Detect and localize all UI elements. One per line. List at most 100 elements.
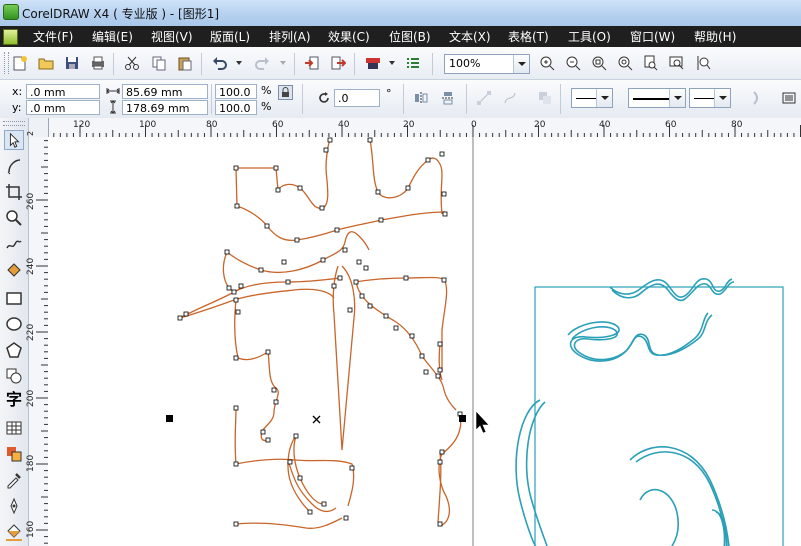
width-field[interactable]: 85.69 mm [122, 84, 208, 99]
mouse-cursor-icon [475, 410, 490, 434]
curve-nodes[interactable] [177, 137, 463, 527]
wrap-options-icon[interactable] [782, 90, 798, 106]
new-document-icon[interactable] [12, 55, 28, 71]
curve-node [294, 237, 300, 243]
menu-bitmaps[interactable]: 位图(B) [389, 28, 431, 45]
application-launcher-dropdown[interactable] [389, 61, 395, 65]
menu-file[interactable]: 文件(F) [33, 28, 73, 45]
rotation-center-marker[interactable] [312, 415, 321, 424]
chevron-down-icon[interactable] [669, 89, 685, 107]
smart-fill-tool-icon[interactable] [4, 260, 24, 280]
document-control-icon[interactable] [3, 29, 18, 45]
calligraphy-curve-object[interactable] [179, 139, 462, 529]
curve-node [437, 367, 443, 373]
height-icon [110, 100, 116, 114]
zoom-to-height-icon[interactable] [695, 55, 711, 71]
chevron-down-icon[interactable] [714, 89, 730, 107]
application-launcher-icon[interactable] [365, 55, 381, 71]
rotation-degree-symbol: ° [386, 87, 392, 100]
break-apart-icon[interactable] [537, 90, 553, 106]
line-style-selector[interactable] [628, 88, 686, 108]
hruler-label: 20 [534, 120, 546, 130]
hruler-label: 20 [403, 120, 415, 130]
open-icon[interactable] [38, 55, 54, 71]
undo-dropdown-arrow[interactable] [236, 61, 242, 65]
freehand-tool-icon[interactable] [4, 234, 24, 254]
convert-outline-icon[interactable] [502, 90, 518, 106]
zoom-to-page-icon[interactable] [643, 55, 659, 71]
menu-tools[interactable]: 工具(O) [568, 28, 611, 45]
basic-shapes-tool-icon[interactable] [4, 366, 24, 386]
paste-icon[interactable] [177, 55, 193, 71]
welcome-screen-icon[interactable] [405, 55, 421, 71]
drawing-canvas[interactable] [48, 137, 801, 546]
zoom-tool-icon[interactable] [4, 208, 24, 228]
wrap-text-icon[interactable] [748, 90, 764, 106]
curve-node [233, 355, 239, 361]
mirror-horizontal-icon[interactable] [413, 90, 429, 106]
polygon-tool-icon[interactable] [4, 340, 24, 360]
zoom-to-all-objects-icon[interactable] [617, 55, 633, 71]
crop-tool-icon[interactable] [4, 182, 24, 202]
rectangle-tool-icon[interactable] [4, 288, 24, 308]
outline-tool-icon[interactable] [4, 496, 24, 516]
start-arrowhead-selector[interactable] [571, 88, 613, 108]
fill-tool-icon[interactable] [4, 522, 24, 542]
shape-tool-icon[interactable] [4, 156, 24, 176]
table-tool-icon[interactable] [4, 418, 24, 438]
lock-ratio-icon[interactable] [278, 85, 293, 100]
zoom-to-width-icon[interactable] [669, 55, 685, 71]
line-preview [576, 98, 596, 99]
end-arrowhead-selector[interactable] [689, 88, 731, 108]
chevron-down-icon[interactable] [513, 55, 529, 73]
selection-handle-right[interactable] [459, 415, 466, 422]
mirror-vertical-icon[interactable] [440, 90, 456, 106]
redo-dropdown-arrow[interactable] [280, 61, 286, 65]
menu-arrange[interactable]: 排列(A) [269, 28, 311, 45]
eyedropper-tool-icon[interactable] [4, 470, 24, 490]
menu-view[interactable]: 视图(V) [151, 28, 193, 45]
menu-edit[interactable]: 编辑(E) [92, 28, 133, 45]
import-icon[interactable] [304, 55, 320, 71]
toolbox-grip[interactable] [3, 121, 25, 126]
ellipse-tool-icon[interactable] [4, 314, 24, 334]
rotation-field[interactable]: .0 [334, 89, 380, 107]
toolbar-grip[interactable] [4, 52, 9, 74]
coreldraw-app-icon[interactable] [3, 4, 19, 20]
zoom-out-icon[interactable] [565, 55, 581, 71]
menu-text[interactable]: 文本(X) [449, 28, 491, 45]
canvas-artwork[interactable] [48, 137, 801, 546]
zoom-in-icon[interactable] [539, 55, 555, 71]
chevron-down-icon[interactable] [596, 89, 612, 107]
menu-layout[interactable]: 版面(L) [210, 28, 250, 45]
pick-tool-icon[interactable] [4, 130, 24, 150]
teal-calligraphy-object[interactable] [515, 278, 784, 546]
height-field[interactable]: 178.69 mm [122, 100, 208, 115]
hruler-label: 80 [731, 120, 743, 130]
y-position-field[interactable]: .0 mm [26, 100, 100, 115]
curve-node [393, 325, 399, 331]
menu-help[interactable]: 帮助(H) [694, 28, 736, 45]
interactive-blend-tool-icon[interactable] [4, 444, 24, 464]
scale-x-field[interactable]: 100.0 [215, 84, 257, 99]
curve-node [293, 433, 299, 439]
menu-effects[interactable]: 效果(C) [328, 28, 370, 45]
to-curves-icon[interactable] [476, 90, 492, 106]
print-icon[interactable] [90, 55, 106, 71]
redo-icon[interactable] [254, 55, 270, 71]
undo-icon[interactable] [212, 55, 228, 71]
cut-icon[interactable] [124, 55, 140, 71]
curve-node [441, 277, 447, 283]
zoom-to-selected-icon[interactable] [591, 55, 607, 71]
text-tool-icon[interactable]: 字 [4, 390, 24, 410]
save-icon[interactable] [64, 55, 80, 71]
menu-table[interactable]: 表格(T) [508, 28, 549, 45]
selection-handle-left[interactable] [166, 415, 173, 422]
copy-icon[interactable] [151, 55, 167, 71]
curve-node [331, 283, 337, 289]
x-position-field[interactable]: .0 mm [26, 84, 100, 99]
scale-y-field[interactable]: 100.0 [215, 100, 257, 115]
export-icon[interactable] [330, 55, 346, 71]
zoom-level-dropdown[interactable]: 100% [444, 54, 530, 74]
menu-window[interactable]: 窗口(W) [630, 28, 675, 45]
